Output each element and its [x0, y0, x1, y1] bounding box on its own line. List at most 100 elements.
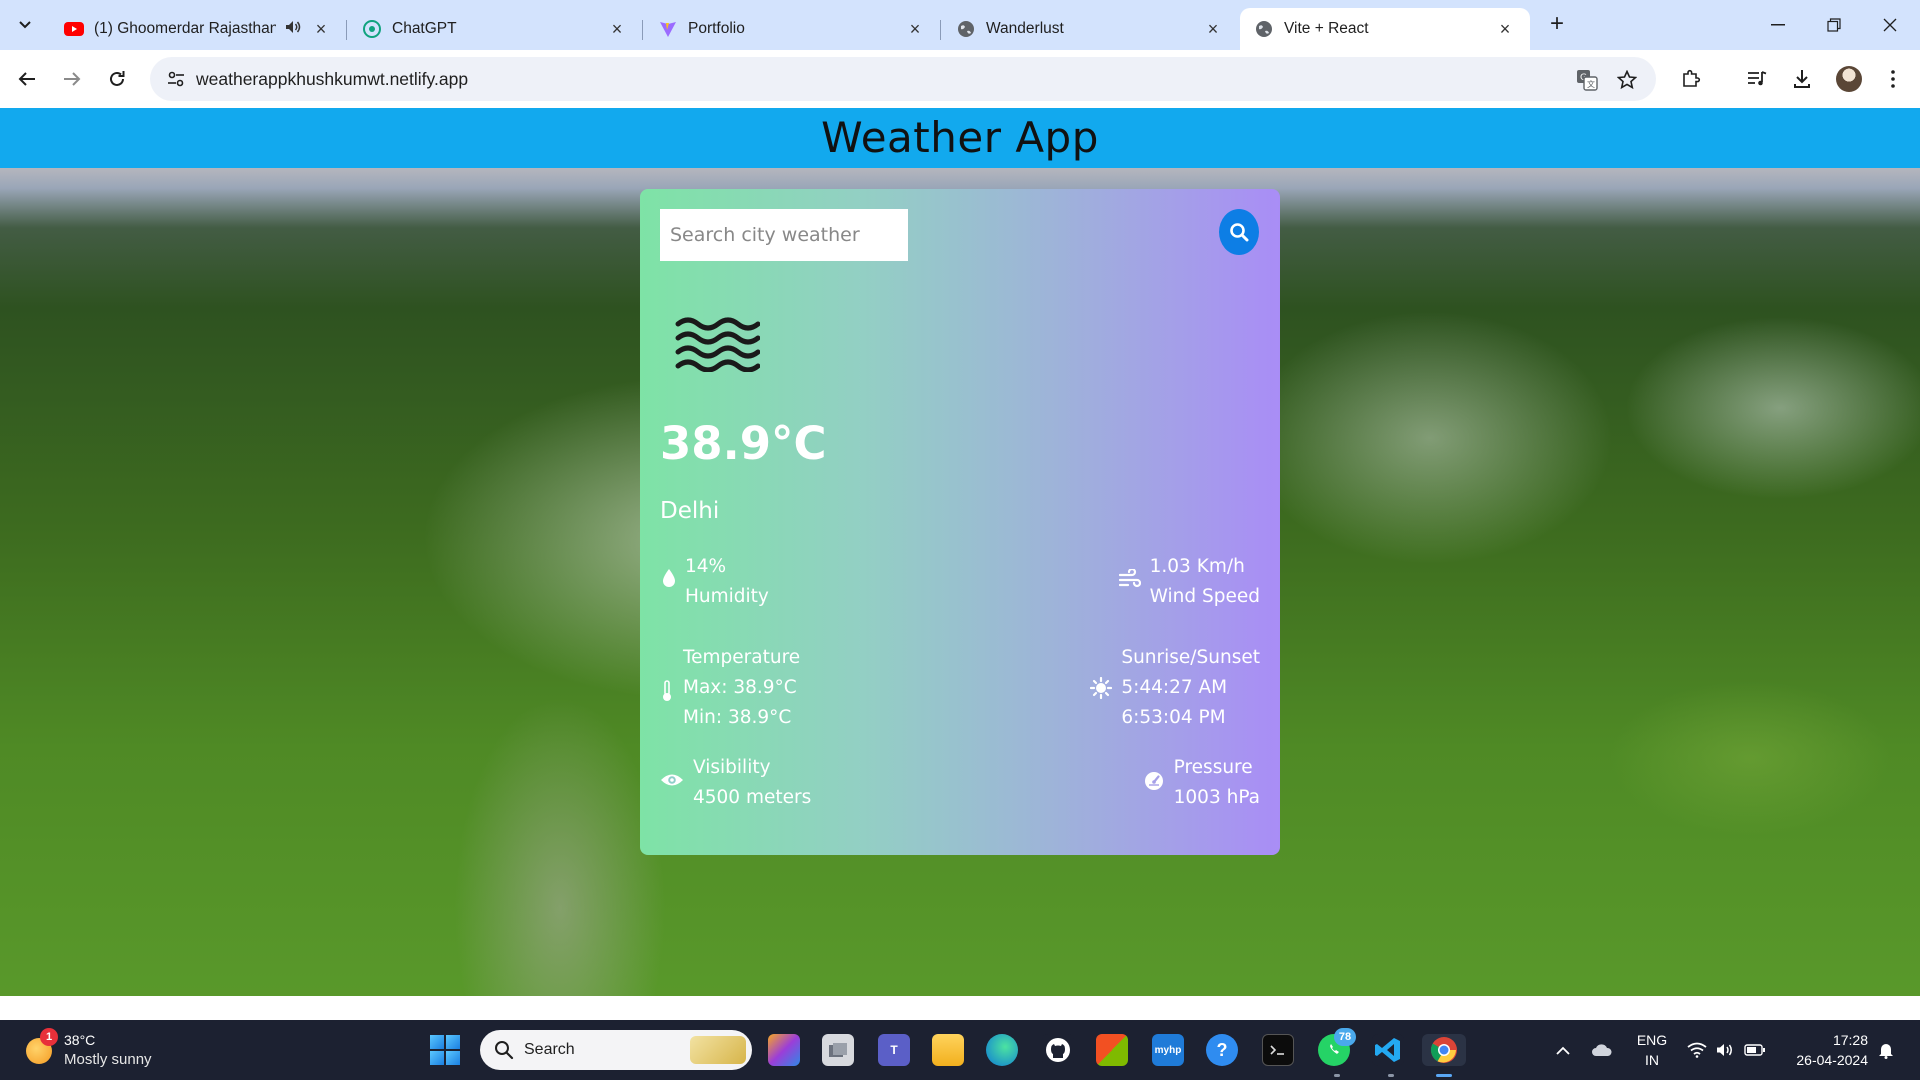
clock-time: 17:28: [1832, 1032, 1868, 1048]
teams-icon[interactable]: T: [878, 1034, 910, 1066]
tray-chevron-up-icon[interactable]: [1552, 1020, 1574, 1080]
page-bottom-strip: [0, 996, 1920, 1020]
terminal-icon[interactable]: [1262, 1034, 1294, 1066]
tab-close-icon[interactable]: ×: [310, 19, 332, 40]
extensions-icon[interactable]: [1674, 62, 1708, 96]
tab-title: Portfolio: [688, 20, 745, 37]
translate-icon[interactable]: G文: [1574, 67, 1600, 93]
thermometer-icon: [660, 679, 674, 703]
visibility-value: 4500 meters: [693, 787, 812, 808]
language-indicator[interactable]: ENG IN: [1630, 1030, 1674, 1070]
forward-button[interactable]: [55, 62, 89, 96]
edge-icon[interactable]: [986, 1034, 1018, 1066]
tab-close-icon[interactable]: ×: [1494, 19, 1516, 40]
battery-icon[interactable]: [1742, 1020, 1768, 1080]
chatgpt-icon: [362, 19, 382, 39]
arrow-left-icon: [18, 72, 35, 86]
tab-separator: [940, 20, 941, 40]
copilot-icon[interactable]: [768, 1034, 800, 1066]
microsoft-store-icon[interactable]: [1096, 1034, 1128, 1066]
minimize-icon: [1771, 24, 1785, 26]
file-explorer-icon[interactable]: [932, 1034, 964, 1066]
running-indicator: [1334, 1074, 1340, 1077]
pressure-stat: Pressure 1003 hPa: [1143, 753, 1260, 813]
volume-icon[interactable]: [1714, 1020, 1736, 1080]
search-button[interactable]: [1219, 209, 1259, 255]
taskbar-search-label: Search: [524, 1041, 575, 1058]
eye-icon: [660, 770, 684, 790]
windows-logo-tile: [430, 1035, 444, 1049]
temperature-min: Min: 38.9°C: [683, 707, 792, 728]
system-clock[interactable]: 17:28 26-04-2024: [1784, 1030, 1868, 1070]
sun-label: Sunrise/Sunset: [1121, 647, 1260, 668]
chevron-down-icon: [19, 21, 31, 29]
search-input[interactable]: [660, 209, 908, 261]
tab-chatgpt[interactable]: ChatGPT ×: [348, 8, 643, 50]
onedrive-cloud-icon[interactable]: [1590, 1020, 1614, 1080]
task-view-icon[interactable]: [822, 1034, 854, 1066]
tab-vite-react[interactable]: Vite + React ×: [1240, 8, 1530, 50]
page-title: Weather App: [821, 113, 1099, 162]
taskbar-search[interactable]: Search: [480, 1030, 752, 1070]
wind-label: Wind Speed: [1149, 586, 1260, 607]
tab-title: Vite + React: [1284, 20, 1369, 37]
search-icon: [1230, 223, 1249, 242]
tab-title: ChatGPT: [392, 20, 457, 37]
reload-icon: [110, 71, 125, 86]
tab-search-button[interactable]: [8, 8, 42, 42]
tab-close-icon[interactable]: ×: [1202, 19, 1224, 40]
weather-widget[interactable]: 1 38°C Mostly sunny: [26, 1028, 186, 1072]
minimize-button[interactable]: [1750, 0, 1806, 50]
pressure-label: Pressure: [1173, 757, 1253, 778]
reload-button[interactable]: [100, 62, 134, 96]
gauge-icon: [1143, 770, 1165, 792]
tab-title: (1) Ghoomerdar Rajasthan |: [94, 20, 276, 37]
download-icon[interactable]: [1785, 62, 1819, 96]
bookmark-star-icon[interactable]: [1614, 67, 1640, 93]
tab-wanderlust[interactable]: Wanderlust ×: [942, 8, 1238, 50]
speaker-icon[interactable]: [282, 20, 304, 39]
back-button[interactable]: [10, 62, 44, 96]
browser-toolbar: weatherappkhushkumwt.netlify.app G文: [0, 50, 1920, 108]
profile-avatar[interactable]: [1836, 66, 1862, 92]
web-page: Weather App 38.9°C Delhi 14% Humidity: [0, 108, 1920, 1020]
vite-icon: [658, 19, 678, 39]
tab-portfolio[interactable]: Portfolio ×: [644, 8, 941, 50]
tab-close-icon[interactable]: ×: [606, 19, 628, 40]
search-icon: [495, 1041, 514, 1060]
menu-kebab-icon[interactable]: [1876, 62, 1910, 96]
windows-logo-tile: [430, 1051, 444, 1065]
chrome-icon[interactable]: [1422, 1034, 1466, 1066]
wifi-icon[interactable]: [1686, 1020, 1708, 1080]
address-bar[interactable]: weatherappkhushkumwt.netlify.app G文: [150, 57, 1656, 101]
globe-icon: [956, 19, 976, 39]
globe-icon: [1254, 19, 1274, 39]
whatsapp-badge: 78: [1334, 1028, 1356, 1046]
new-tab-button[interactable]: +: [1542, 10, 1572, 40]
restore-button[interactable]: [1806, 0, 1862, 50]
weather-card: 38.9°C Delhi 14% Humidity 1.03 Km/h Wind…: [640, 189, 1280, 855]
close-window-button[interactable]: [1862, 0, 1918, 50]
myhp-icon[interactable]: myhp: [1152, 1034, 1184, 1066]
app-header: Weather App: [0, 108, 1920, 168]
humidity-stat: 14% Humidity: [660, 552, 769, 612]
wind-value: 1.03 Km/h: [1149, 556, 1245, 577]
tab-close-icon[interactable]: ×: [904, 19, 926, 40]
media-controls-icon[interactable]: [1740, 62, 1774, 96]
sun-icon: [1089, 676, 1113, 700]
city-name: Delhi: [660, 498, 720, 524]
tab-youtube[interactable]: (1) Ghoomerdar Rajasthan | ×: [50, 8, 347, 50]
haze-icon: [675, 317, 760, 372]
vscode-icon[interactable]: [1372, 1034, 1404, 1066]
help-icon[interactable]: ?: [1206, 1034, 1238, 1066]
github-icon[interactable]: [1042, 1034, 1074, 1066]
notification-badge: 1: [40, 1028, 58, 1046]
arrow-right-icon: [64, 72, 81, 86]
start-button[interactable]: [430, 1035, 460, 1065]
active-indicator: [1436, 1074, 1452, 1077]
notification-bell-icon[interactable]: [1874, 1020, 1898, 1080]
site-settings-icon[interactable]: [164, 67, 188, 91]
temperature-label: Temperature: [683, 647, 801, 668]
windows-logo-tile: [446, 1035, 460, 1049]
sunrise-time: 5:44:27 AM: [1121, 677, 1228, 698]
